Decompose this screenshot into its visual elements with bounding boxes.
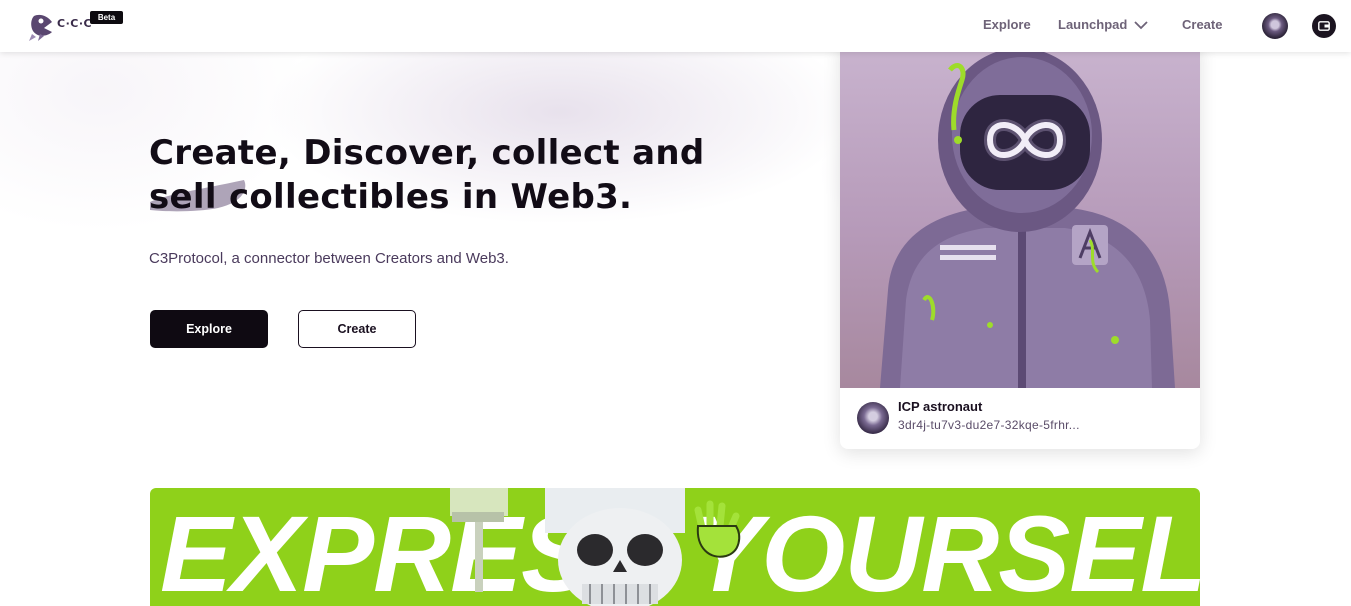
express-yourself-banner[interactable]: EXPRESS YOURSELF! <box>150 488 1200 606</box>
astronaut-artwork <box>880 48 1175 388</box>
nav-create[interactable]: Create <box>1182 17 1222 32</box>
creator-avatar[interactable] <box>857 402 889 434</box>
nav-explore[interactable]: Explore <box>983 17 1031 32</box>
nft-name[interactable]: ICP astronaut <box>898 399 982 414</box>
featured-nft-card[interactable]: ICP astronaut 3dr4j-tu7v3-du2e7-32kqe-5f… <box>840 40 1200 449</box>
user-avatar[interactable] <box>1262 13 1288 39</box>
hero-title-line-2: sell collectibles in Web3. <box>149 177 633 217</box>
logo-text: C·C·C <box>57 17 93 30</box>
wallet-icon <box>1318 21 1330 31</box>
wallet-button[interactable] <box>1312 14 1336 38</box>
nft-owner-id[interactable]: 3dr4j-tu7v3-du2e7-32kqe-5frhr... <box>898 418 1080 432</box>
skull-artwork <box>450 488 741 606</box>
explore-button[interactable]: Explore <box>150 310 268 348</box>
hero-subtitle: C3Protocol, a connector between Creators… <box>149 250 509 267</box>
nft-image[interactable] <box>840 40 1200 388</box>
hero-title-line-1: Create, Discover, collect and <box>149 133 705 173</box>
chevron-down-icon[interactable] <box>1133 19 1149 31</box>
beta-badge: Beta <box>90 11 123 24</box>
top-navbar: C·C·C Beta Explore Launchpad Create <box>0 0 1351 52</box>
nav-launchpad[interactable]: Launchpad <box>1058 17 1127 32</box>
create-button[interactable]: Create <box>298 310 416 348</box>
hero-title: Create, Discover, collect and sell colle… <box>149 131 749 219</box>
